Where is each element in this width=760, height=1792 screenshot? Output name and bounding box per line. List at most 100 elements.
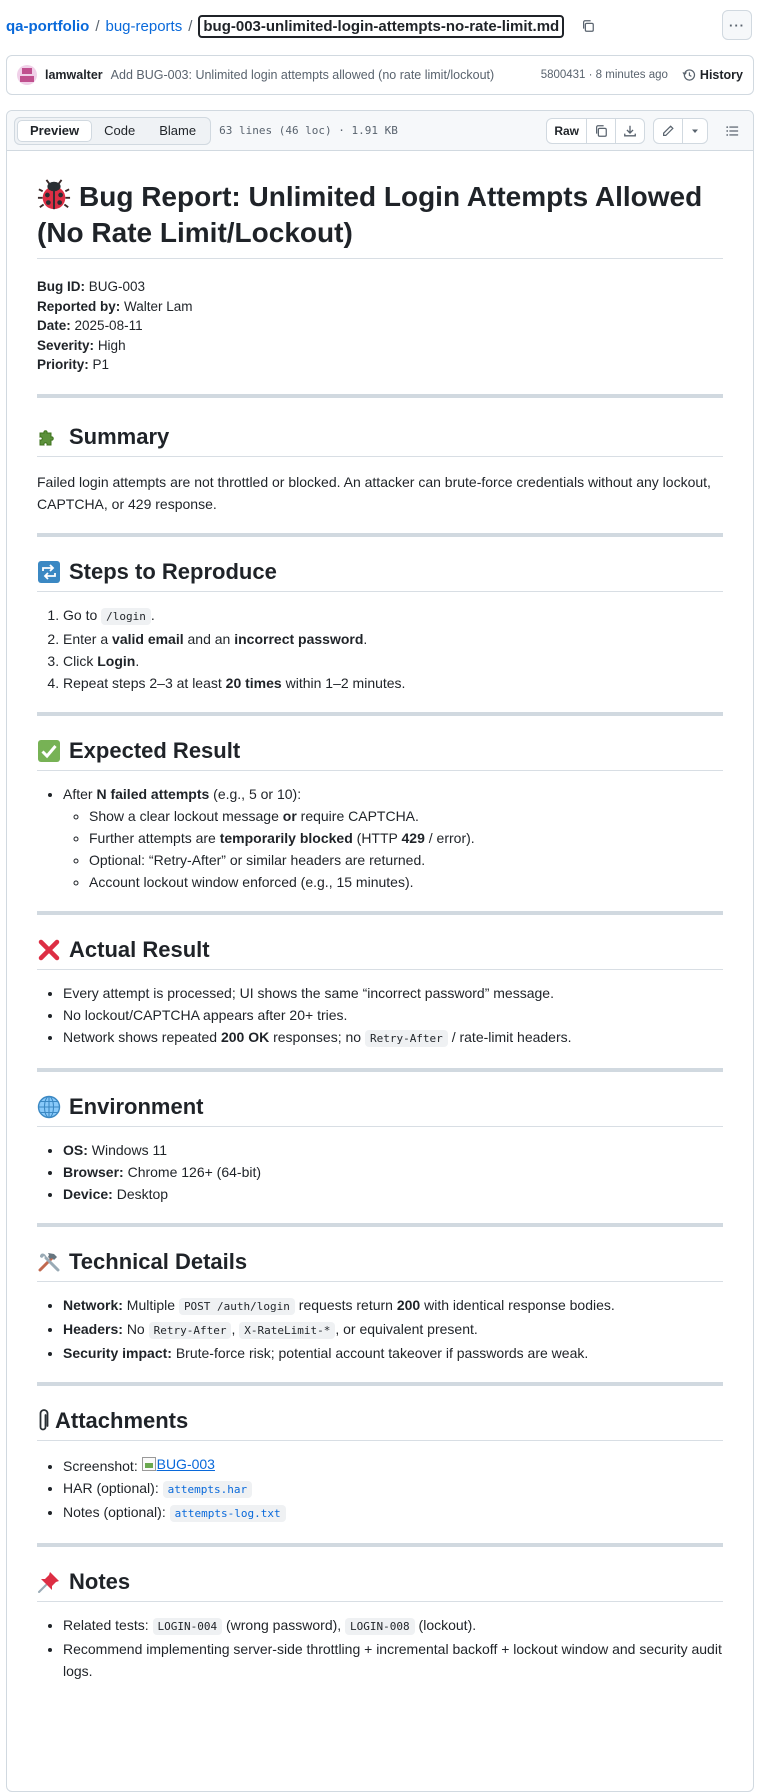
inline-code: Retry-After bbox=[364, 1029, 448, 1047]
list-item: HAR (optional): attempts.har bbox=[63, 1477, 723, 1501]
list-item: Device: Desktop bbox=[63, 1183, 723, 1205]
har-file-link[interactable]: attempts.har bbox=[162, 1480, 253, 1498]
commit-message-link[interactable]: Add BUG-003: Unlimited login attempts al… bbox=[111, 68, 495, 82]
meta-row: Reported by: Walter Lam bbox=[37, 297, 723, 317]
list-item: Related tests: LOGIN-004 (wrong password… bbox=[63, 1614, 723, 1638]
meta-value: High bbox=[97, 337, 126, 353]
list-item: Notes (optional): attempts-log.txt bbox=[63, 1501, 723, 1525]
meta-value: 2025-08-11 bbox=[74, 318, 143, 334]
attachments-section: Attachments Screenshot: BUG-003 HAR (opt… bbox=[37, 1408, 723, 1525]
tab-code[interactable]: Code bbox=[92, 120, 147, 142]
list-item: OS: Windows 11 bbox=[63, 1139, 723, 1161]
actual-list: Every attempt is processed; UI shows the… bbox=[37, 982, 723, 1050]
meta-value: BUG-003 bbox=[88, 279, 146, 295]
copy-icon bbox=[596, 124, 607, 137]
avatar[interactable] bbox=[17, 65, 37, 85]
screenshot-link[interactable]: BUG-003 bbox=[141, 1453, 215, 1475]
divider bbox=[37, 1222, 723, 1227]
divider bbox=[37, 393, 723, 398]
history-button[interactable]: History bbox=[682, 68, 743, 82]
notes-list: Related tests: LOGIN-004 (wrong password… bbox=[37, 1614, 723, 1682]
download-button[interactable] bbox=[616, 119, 644, 143]
inline-code: /login bbox=[101, 607, 151, 625]
notes-file-link[interactable]: attempts-log.txt bbox=[169, 1504, 286, 1522]
commit-meta[interactable]: 5800431 · 8 minutes ago bbox=[541, 69, 668, 81]
file-viewer: Preview Code Blame 63 lines (46 loc) · 1… bbox=[6, 110, 754, 1792]
expected-section: Expected Result After N failed attempts … bbox=[37, 738, 723, 893]
list-item: No lockout/CAPTCHA appears after 20+ tri… bbox=[63, 1004, 723, 1026]
commit-author-link[interactable]: lamwalter bbox=[45, 68, 103, 82]
pushpin-icon bbox=[38, 1571, 59, 1593]
latest-commit-bar: lamwalter Add BUG-003: Unlimited login a… bbox=[6, 55, 754, 95]
edit-button[interactable] bbox=[654, 118, 683, 143]
divider bbox=[37, 1067, 723, 1072]
list-item: Click Login. bbox=[63, 650, 723, 672]
attachments-heading: Attachments bbox=[37, 1408, 723, 1441]
breadcrumb-folder-link[interactable]: bug-reports bbox=[106, 18, 183, 35]
notes-heading: Notes bbox=[37, 1569, 723, 1602]
triangle-down-icon bbox=[692, 129, 698, 133]
list-item: Security impact: Brute-force risk; poten… bbox=[63, 1342, 723, 1364]
breadcrumb-repo-link[interactable]: qa-portfolio bbox=[6, 18, 89, 35]
copy-path-icon[interactable] bbox=[576, 14, 600, 38]
list-item: Account lockout window enforced (e.g., 1… bbox=[89, 871, 723, 893]
tab-preview[interactable]: Preview bbox=[17, 119, 93, 142]
list-item: Optional: “Retry-After” or similar heade… bbox=[89, 849, 723, 871]
raw-button[interactable]: Raw bbox=[547, 118, 587, 143]
outline-button[interactable] bbox=[718, 118, 746, 144]
list-item: Go to /login. bbox=[63, 604, 723, 628]
hammer-and-wrench-icon bbox=[38, 1252, 60, 1272]
heading-text: Steps to Reproduce bbox=[69, 558, 277, 584]
more-options-button[interactable]: ··· bbox=[722, 10, 752, 40]
copy-raw-button[interactable] bbox=[587, 118, 616, 143]
list-item: Headers: No Retry-After, X-RateLimit-*, … bbox=[63, 1318, 723, 1342]
meta-label: Priority: bbox=[37, 357, 89, 373]
meta-row: Priority: P1 bbox=[37, 355, 723, 375]
list-item: Network shows repeated 200 OK responses;… bbox=[63, 1026, 723, 1050]
summary-text: Failed login attempts are not throttled … bbox=[37, 473, 711, 512]
edit-dropdown-button[interactable] bbox=[683, 119, 707, 143]
inline-code: X-RateLimit-* bbox=[239, 1321, 336, 1339]
puzzle-piece-icon bbox=[39, 429, 54, 446]
breadcrumb-file-name: bug-003-unlimited-login-attempts-no-rate… bbox=[198, 14, 565, 38]
divider bbox=[37, 711, 723, 716]
breadcrumb-separator: / bbox=[95, 17, 100, 35]
list-item: Screenshot: BUG-003 bbox=[63, 1453, 723, 1477]
list-icon bbox=[726, 125, 739, 136]
divider bbox=[37, 1542, 723, 1547]
heading-text: Attachments bbox=[55, 1407, 189, 1433]
technical-heading: Technical Details bbox=[37, 1249, 723, 1282]
divider bbox=[37, 532, 723, 537]
history-icon bbox=[682, 69, 696, 81]
check-mark-icon bbox=[38, 739, 60, 762]
steps-list: Go to /login. Enter a valid email and an… bbox=[37, 604, 723, 694]
tab-blame[interactable]: Blame bbox=[147, 120, 208, 142]
file-toolbar: Preview Code Blame 63 lines (46 loc) · 1… bbox=[7, 111, 753, 151]
expected-heading: Expected Result bbox=[37, 738, 723, 771]
inline-code: LOGIN-008 bbox=[345, 1617, 415, 1635]
environment-list: OS: Windows 11 Browser: Chrome 126+ (64-… bbox=[37, 1139, 723, 1205]
environment-heading: Environment bbox=[37, 1094, 723, 1127]
bug-metadata: Bug ID: BUG-003 Reported by: Walter Lam … bbox=[37, 277, 723, 375]
markdown-body: Bug Report: Unlimited Login Attempts All… bbox=[37, 154, 723, 1682]
environment-section: Environment OS: Windows 11 Browser: Chro… bbox=[37, 1094, 723, 1205]
technical-section: Technical Details Network: Multiple POST… bbox=[37, 1249, 723, 1364]
heading-text: Actual Result bbox=[69, 936, 210, 962]
breadcrumb-separator: / bbox=[188, 17, 193, 35]
history-label: History bbox=[699, 68, 743, 82]
steps-section: Steps to Reproduce Go to /login. Enter a… bbox=[37, 559, 723, 694]
meta-row: Bug ID: BUG-003 bbox=[37, 277, 723, 297]
view-mode-tabs: Preview Code Blame bbox=[14, 116, 212, 145]
heading-text: Technical Details bbox=[69, 1248, 248, 1274]
inline-code: POST /auth/login bbox=[178, 1297, 295, 1315]
meta-value: P1 bbox=[92, 357, 110, 373]
inline-code: Retry-After bbox=[148, 1321, 232, 1339]
notes-section: Notes Related tests: LOGIN-004 (wrong pa… bbox=[37, 1569, 723, 1682]
nested-list: Show a clear lockout message or require … bbox=[63, 805, 723, 893]
meta-label: Date: bbox=[37, 318, 71, 334]
meta-row: Severity: High bbox=[37, 336, 723, 356]
meta-label: Severity: bbox=[37, 337, 95, 353]
expected-list: After N failed attempts (e.g., 5 or 10):… bbox=[37, 783, 723, 893]
file-info: 63 lines (46 loc) · 1.91 KB bbox=[219, 124, 398, 137]
inline-code: LOGIN-004 bbox=[152, 1617, 223, 1635]
